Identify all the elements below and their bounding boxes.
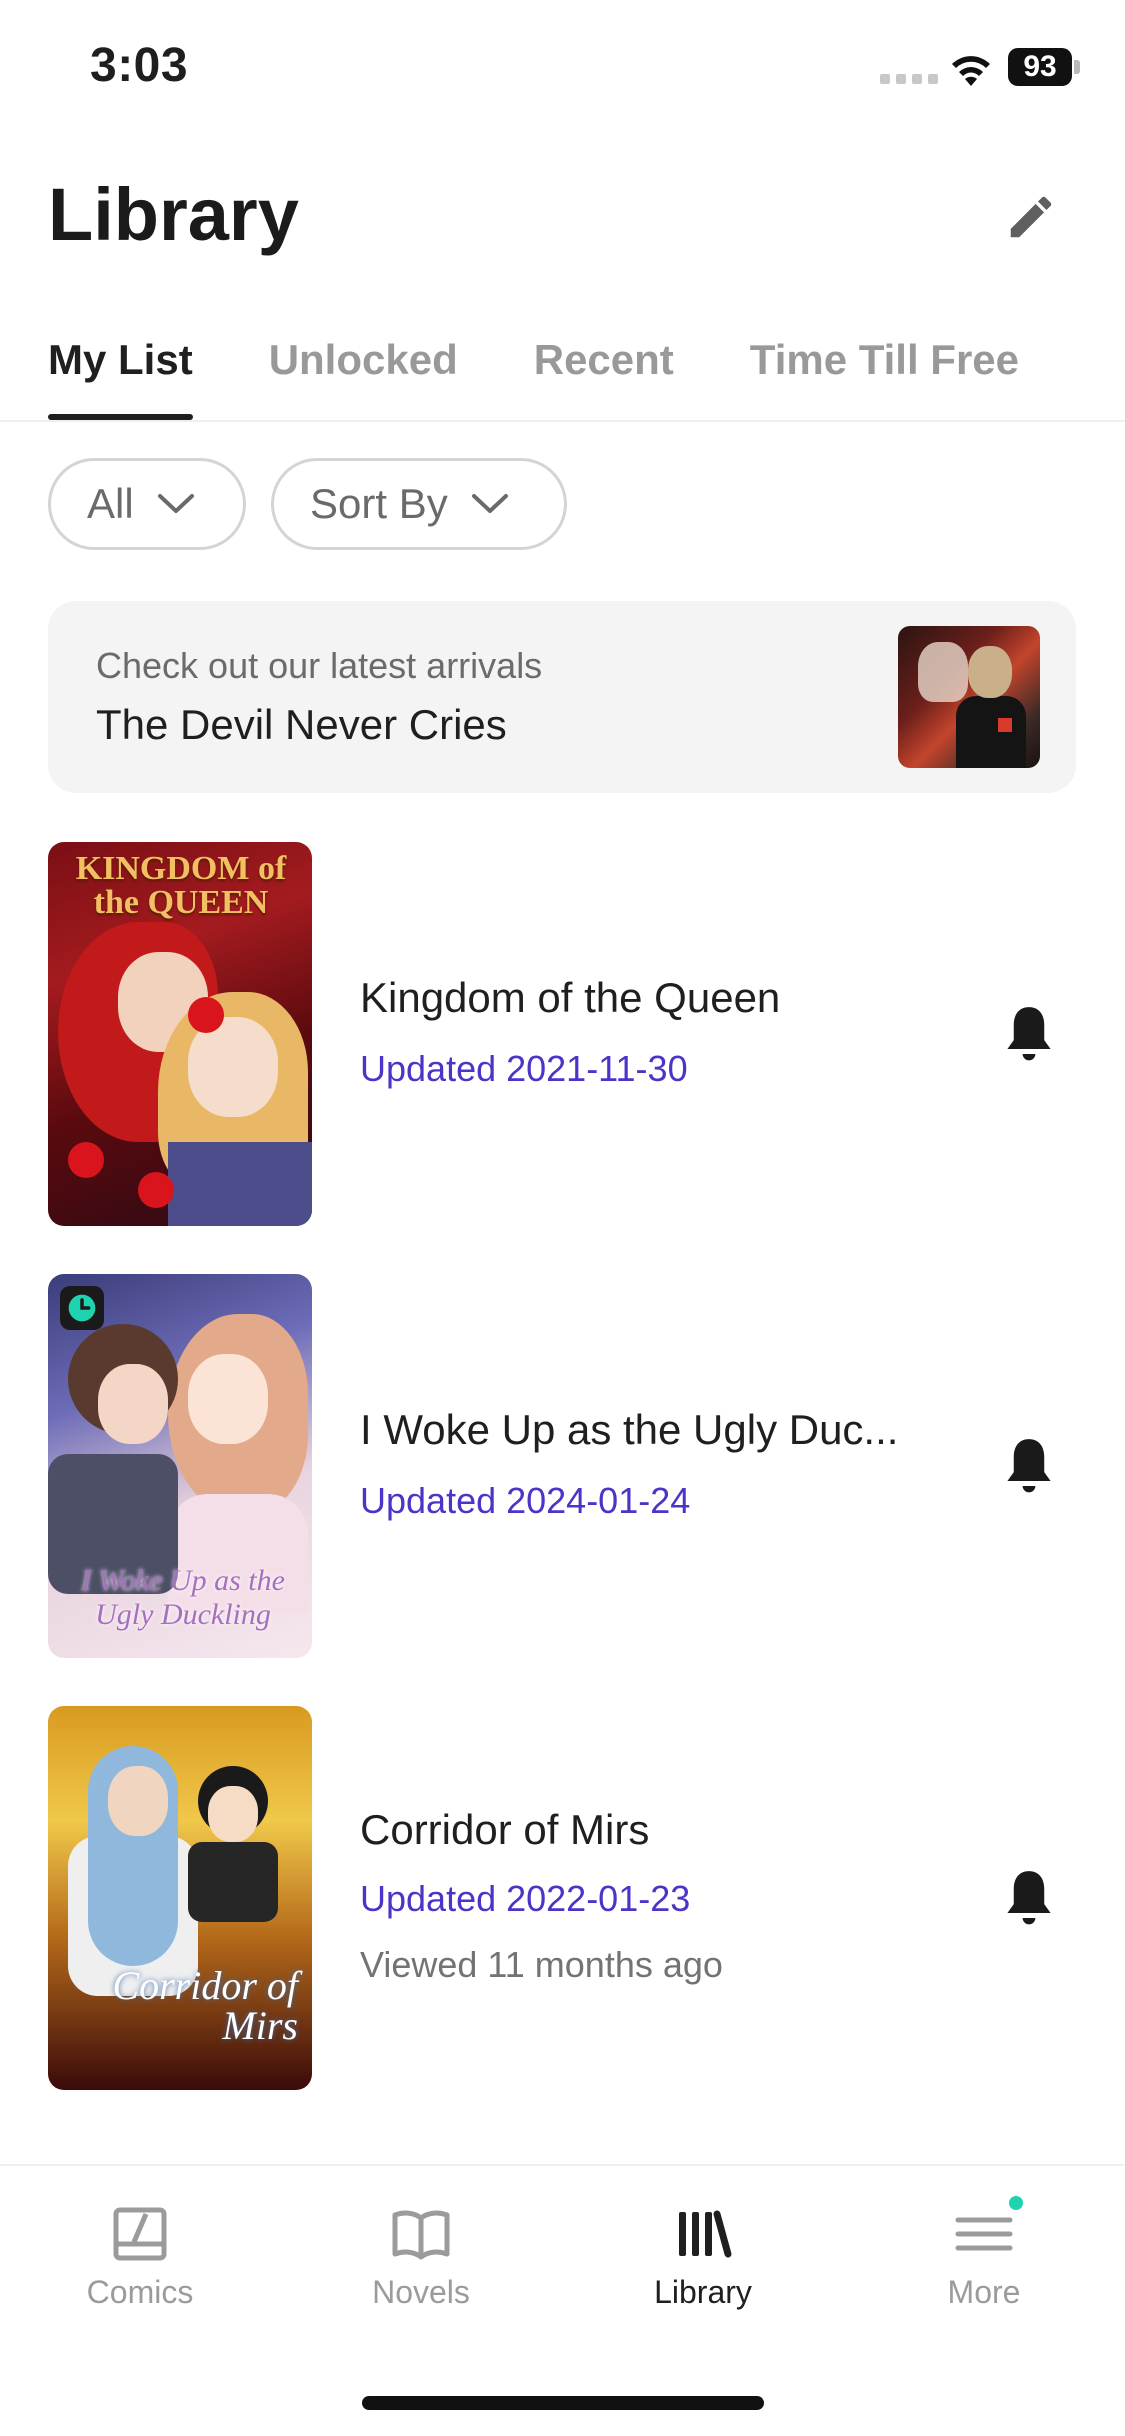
edit-button[interactable] bbox=[1000, 186, 1062, 248]
banner-thumbnail bbox=[898, 626, 1040, 768]
nav-library[interactable]: Library bbox=[603, 2202, 803, 2311]
nav-label: Library bbox=[654, 2274, 752, 2310]
comic-cover: I Woke Up as the Ugly Duckling bbox=[48, 1274, 312, 1658]
library-tabs: My List Unlocked Recent Time Till Free bbox=[48, 330, 1095, 420]
new-arrivals-banner[interactable]: Check out our latest arrivals The Devil … bbox=[48, 601, 1076, 793]
comic-cover: Corridor of Mirs bbox=[48, 1706, 312, 2090]
sort-by-dropdown[interactable]: Sort By bbox=[271, 458, 567, 550]
battery-tip bbox=[1074, 60, 1080, 74]
pencil-icon bbox=[1010, 196, 1052, 238]
tab-recent[interactable]: Recent bbox=[534, 330, 674, 420]
list-item[interactable]: I Woke Up as the Ugly Duckling I Woke Up… bbox=[48, 1274, 1078, 1658]
comic-title: Kingdom of the Queen bbox=[360, 974, 781, 1021]
nav-comics[interactable]: Comics bbox=[40, 2202, 240, 2311]
comic-updated-date: Updated 2022-01-23 bbox=[360, 1878, 691, 1919]
status-bar: 3:03 93 bbox=[0, 0, 1125, 140]
comic-last-viewed: Viewed 11 months ago bbox=[360, 1944, 723, 1985]
cover-title-art: I Woke Up as the Ugly Duckling bbox=[81, 1564, 285, 1631]
nav-label: Comics bbox=[86, 2274, 194, 2310]
tab-my-list[interactable]: My List bbox=[48, 330, 193, 420]
comic-title: I Woke Up as the Ugly Duc... bbox=[360, 1406, 899, 1453]
nav-label: Novels bbox=[372, 2274, 470, 2310]
comics-icon bbox=[113, 2207, 167, 2261]
wait-free-timer-icon bbox=[60, 1286, 104, 1330]
wifi-icon bbox=[952, 56, 990, 86]
comic-updated-date: Updated 2024-01-24 bbox=[360, 1480, 691, 1521]
bell-icon[interactable] bbox=[998, 1434, 1060, 1500]
battery-icon: 93 bbox=[1008, 48, 1072, 86]
nav-label: More bbox=[947, 2274, 1021, 2310]
bell-icon[interactable] bbox=[998, 1002, 1060, 1068]
banner-title: The Devil Never Cries bbox=[96, 701, 507, 748]
cover-title-art: KINGDOM of the QUEEN bbox=[75, 850, 287, 921]
cellular-signal-icon bbox=[880, 74, 938, 84]
comic-updated-date: Updated 2021-11-30 bbox=[360, 1048, 688, 1089]
comic-title: Corridor of Mirs bbox=[360, 1806, 650, 1853]
cover-title-art: Corridor of Mirs bbox=[112, 1963, 298, 2048]
chevron-down-icon bbox=[471, 494, 508, 513]
notification-dot bbox=[1009, 2196, 1023, 2210]
tab-unlocked[interactable]: Unlocked bbox=[269, 330, 458, 420]
menu-icon bbox=[955, 2217, 1013, 2251]
page-title: Library bbox=[48, 173, 299, 256]
library-screen: 3:03 93 Library My List Unlocked Recent … bbox=[0, 0, 1125, 2436]
chevron-down-icon bbox=[157, 494, 194, 513]
list-item[interactable]: KINGDOM of the QUEEN Kingdom of the Quee… bbox=[48, 842, 1078, 1226]
sort-by-label: Sort By bbox=[310, 480, 448, 527]
filter-all-dropdown[interactable]: All bbox=[48, 458, 246, 550]
nav-more[interactable]: More bbox=[884, 2196, 1084, 2311]
comic-cover: KINGDOM of the QUEEN bbox=[48, 842, 312, 1226]
home-indicator bbox=[362, 2396, 764, 2410]
nav-novels[interactable]: Novels bbox=[321, 2202, 521, 2311]
library-icon bbox=[679, 2210, 732, 2258]
status-time: 3:03 bbox=[90, 39, 189, 92]
banner-subtitle: Check out our latest arrivals bbox=[96, 645, 543, 686]
tabs-divider bbox=[0, 420, 1125, 422]
tab-time-till-free[interactable]: Time Till Free bbox=[750, 330, 1019, 420]
filter-all-label: All bbox=[87, 480, 134, 527]
list-item[interactable]: Corridor of Mirs Corridor of Mirs Update… bbox=[48, 1706, 1078, 2090]
bell-icon[interactable] bbox=[998, 1866, 1060, 1932]
book-icon bbox=[392, 2210, 450, 2260]
